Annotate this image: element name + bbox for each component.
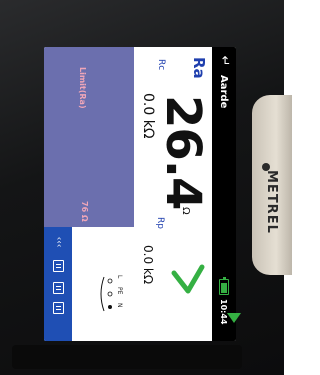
battery-full-icon	[219, 277, 229, 295]
ra-unit: Ω	[180, 207, 191, 215]
memory-button[interactable]	[48, 299, 68, 317]
device-bezel	[12, 345, 242, 369]
device-screen: Limit(Ra) 76 Ω Ra 26.4 Ω Rc 0.0 kΩ Rp 0.…	[44, 47, 236, 341]
memory-icon	[52, 302, 64, 314]
screen-title: Aarde	[218, 75, 229, 109]
limit-value: 76 Ω	[80, 201, 89, 222]
terminal-label-pe: PE	[116, 287, 123, 295]
options-button[interactable]: ‹‹‹	[48, 233, 68, 251]
rp-label: Rp	[155, 217, 165, 229]
limit-panel	[44, 47, 134, 227]
terminal-label-l: L	[116, 275, 123, 279]
options-icon: ‹‹‹	[53, 236, 63, 248]
list-icon	[52, 282, 64, 294]
rc-value: 0.0 kΩ	[140, 93, 156, 139]
document-button[interactable]	[48, 257, 68, 275]
rc-label: Rc	[156, 59, 166, 71]
rp-value: 0.0 kΩ	[141, 245, 155, 285]
limit-label: Limit(Ra)	[78, 67, 87, 109]
brand-name: METREL	[264, 170, 279, 234]
back-arrow-icon[interactable]: ↵	[216, 53, 232, 69]
ra-label: Ra	[190, 57, 208, 79]
check-icon	[171, 264, 205, 294]
document-icon	[52, 260, 64, 272]
list-button[interactable]	[48, 279, 68, 297]
terminal-label-n: N	[116, 303, 123, 308]
start-test-icon[interactable]	[227, 313, 241, 323]
ra-value: 26.4	[155, 95, 211, 210]
